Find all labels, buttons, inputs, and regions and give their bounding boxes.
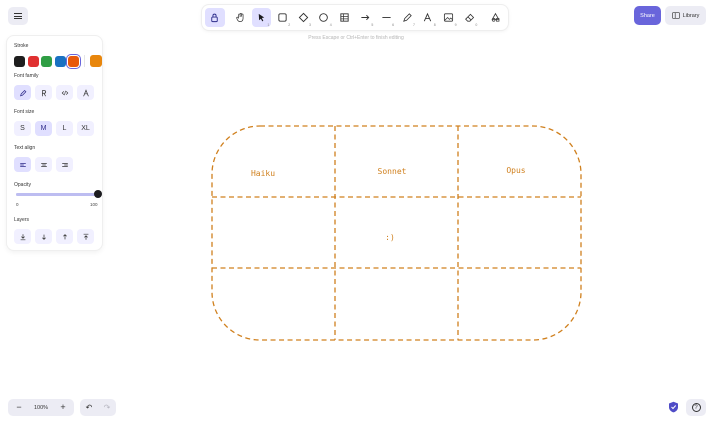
table-outline[interactable] [211, 125, 582, 341]
shield-icon[interactable] [668, 401, 679, 413]
zoom-level[interactable]: 100% [34, 405, 48, 411]
help-button[interactable]: ? [686, 399, 706, 416]
undo-redo-controls: ↶ ↷ [80, 399, 116, 416]
header-cell-opus[interactable]: Opus [506, 166, 525, 175]
zoom-out-button[interactable]: − [12, 403, 26, 412]
zoom-controls: − 100% + [8, 399, 74, 416]
drawing-layer: Haiku Sonnet Opus :) [211, 125, 582, 341]
header-cell-sonnet[interactable]: Sonnet [378, 167, 407, 176]
redo-icon[interactable]: ↷ [104, 403, 111, 412]
help-icon: ? [691, 403, 701, 412]
undo-icon[interactable]: ↶ [86, 403, 93, 412]
editing-cell-text[interactable]: :) [385, 233, 395, 242]
zoom-in-button[interactable]: + [56, 403, 70, 412]
header-cell-haiku[interactable]: Haiku [251, 169, 275, 178]
